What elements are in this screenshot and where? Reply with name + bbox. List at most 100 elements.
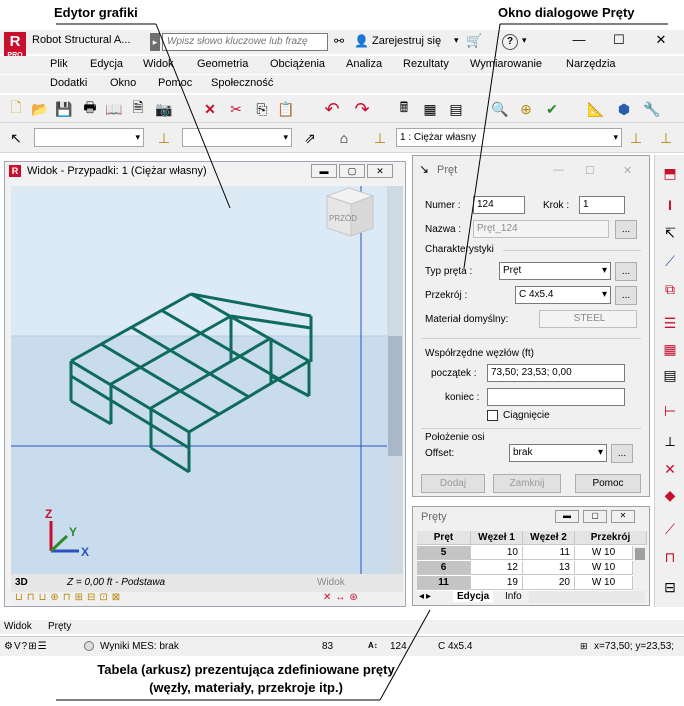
table-vscroll-thumb[interactable] bbox=[635, 548, 645, 560]
structure-check-icon[interactable]: ✔ bbox=[542, 99, 562, 119]
materials-icon[interactable]: ⧉ bbox=[660, 279, 680, 299]
menu-rezultaty[interactable]: Rezultaty bbox=[403, 58, 449, 70]
dialog-close-button[interactable]: ✕ bbox=[623, 164, 632, 177]
cell-section[interactable]: W 10 bbox=[575, 576, 633, 590]
measure-icon[interactable]: 📐 bbox=[586, 99, 606, 119]
cell-node1[interactable]: 12 bbox=[471, 561, 523, 575]
report-icon[interactable]: ▤ bbox=[446, 99, 466, 119]
calculator-icon[interactable]: 🖩 bbox=[394, 99, 414, 119]
search-input[interactable]: Wpisz słowo kluczowe lub frazę bbox=[162, 33, 328, 51]
book-icon[interactable]: 📖 bbox=[104, 99, 124, 119]
nodes-icon[interactable]: ⬒ bbox=[660, 163, 680, 183]
selection-combo[interactable]: ▾ bbox=[34, 128, 144, 147]
truss-icon[interactable]: ⊟ bbox=[660, 577, 680, 597]
menu-spolecznosc[interactable]: Społeczność bbox=[211, 77, 273, 89]
table-minimize-button[interactable]: ▬ bbox=[555, 510, 579, 523]
tab-edycja[interactable]: Edycja bbox=[453, 591, 494, 602]
report-list-icon[interactable]: ▤ bbox=[660, 365, 680, 385]
dialog-maximize-button[interactable]: ☐ bbox=[585, 164, 595, 177]
cell-node1[interactable]: 19 bbox=[471, 576, 523, 590]
redo-icon[interactable]: ↷ bbox=[352, 99, 372, 119]
view-cube[interactable]: PRZÓD bbox=[325, 187, 375, 237]
delete-icon[interactable]: ✕ bbox=[200, 99, 220, 119]
table-vscrollbar[interactable] bbox=[633, 546, 647, 591]
paste-icon[interactable]: 📋 bbox=[276, 99, 296, 119]
material-input[interactable]: STEEL bbox=[539, 310, 637, 328]
next-case-icon[interactable]: ⊥ bbox=[626, 128, 646, 148]
przekroj-more-button[interactable]: ... bbox=[615, 286, 637, 305]
menu-edycja[interactable]: Edycja bbox=[90, 58, 123, 70]
nazwa-more-button[interactable]: ... bbox=[615, 220, 637, 239]
rigid-link-icon[interactable]: ◆ bbox=[660, 485, 680, 505]
help-button[interactable]: Pomoc bbox=[575, 474, 641, 493]
menu-analiza[interactable]: Analiza bbox=[346, 58, 382, 70]
view-extra-icons[interactable]: ✕↔⊛ bbox=[323, 592, 362, 603]
undo-icon[interactable]: ↶ bbox=[322, 99, 342, 119]
menu-okno[interactable]: Okno bbox=[110, 77, 136, 89]
select-cursor-icon[interactable]: ↖ bbox=[6, 128, 26, 148]
przekroj-select[interactable]: C 4x5.4 ▾ bbox=[515, 286, 611, 304]
menu-pomoc[interactable]: Pomoc bbox=[158, 77, 192, 89]
menu-wymiarowanie[interactable]: Wymiarowanie bbox=[470, 58, 542, 70]
line-icon[interactable]: ⟋ bbox=[660, 519, 680, 539]
offset-select[interactable]: brak ▾ bbox=[509, 444, 607, 462]
cell-node2[interactable]: 13 bbox=[523, 561, 575, 575]
header-przekroj[interactable]: Przekrój bbox=[575, 531, 647, 545]
cell-node1[interactable]: 10 bbox=[471, 546, 523, 560]
binoculars-icon[interactable]: ⚯ bbox=[334, 34, 344, 48]
koniec-input[interactable] bbox=[487, 388, 625, 406]
maximize-button[interactable]: ☐ bbox=[606, 30, 632, 50]
signin-link[interactable]: Zarejestruj się bbox=[372, 35, 441, 47]
table-icon[interactable]: ▦ bbox=[420, 99, 440, 119]
target-icon[interactable]: ⊕ bbox=[516, 99, 536, 119]
nazwa-input[interactable]: Pręt_124 bbox=[473, 220, 609, 238]
bars-icon[interactable]: I bbox=[660, 195, 680, 215]
minimize-button[interactable]: — bbox=[566, 30, 592, 50]
save-icon[interactable]: 💾 bbox=[54, 99, 74, 119]
menu-widok[interactable]: Widok bbox=[143, 58, 174, 70]
cell-node2[interactable]: 11 bbox=[523, 546, 575, 560]
cart-icon[interactable]: 🛒 bbox=[466, 33, 482, 49]
open-icon[interactable]: 📂 bbox=[30, 99, 50, 119]
display-toggle-icons[interactable]: ⊔⊓⊔⊕⊓⊞⊟⊡⊠ bbox=[15, 592, 124, 603]
print-icon[interactable]: 🖶 bbox=[80, 99, 100, 119]
numer-input[interactable]: 124 bbox=[473, 196, 525, 214]
tab-nav-arrows[interactable]: ◂▸ bbox=[419, 591, 433, 602]
close-dialog-button[interactable]: Zamknij bbox=[493, 474, 561, 493]
view-close-button[interactable]: ✕ bbox=[367, 164, 393, 178]
load-case-icon[interactable]: ⊥ bbox=[370, 128, 390, 148]
cell-node2[interactable]: 20 bbox=[523, 576, 575, 590]
offset-more-button[interactable]: ... bbox=[611, 444, 633, 463]
selection-type-icon[interactable]: ⊥ bbox=[154, 128, 174, 148]
expand-icon[interactable]: ▸ bbox=[150, 33, 160, 51]
graphics-canvas[interactable]: PRZÓD Z Y X bbox=[11, 186, 403, 586]
filter-icon[interactable]: ⇗ bbox=[300, 128, 320, 148]
load-case-combo[interactable]: 1 : Ciężar własny ▾ bbox=[396, 128, 622, 147]
cell-section[interactable]: W 10 bbox=[575, 546, 633, 560]
header-wezel1[interactable]: Węzeł 1 bbox=[471, 531, 523, 545]
loads-table-icon[interactable]: ☰ bbox=[660, 313, 680, 333]
typ-select[interactable]: Pręt ▾ bbox=[499, 262, 611, 280]
print-preview-icon[interactable]: 🗎 bbox=[128, 99, 148, 119]
menu-plik[interactable]: Plik bbox=[50, 58, 68, 70]
menu-dodatki[interactable]: Dodatki bbox=[50, 77, 87, 89]
prev-case-icon[interactable]: ⊥ bbox=[656, 128, 676, 148]
view-minimize-button[interactable]: ▬ bbox=[311, 164, 337, 178]
sections-icon[interactable]: ⟋ bbox=[660, 251, 680, 271]
help-icon[interactable]: ? bbox=[502, 34, 518, 50]
intersect-icon[interactable]: ✕ bbox=[660, 459, 680, 479]
chevron-down-icon[interactable]: ▾ bbox=[454, 35, 459, 46]
wrench-icon[interactable]: 🔧 bbox=[642, 99, 662, 119]
tab-info[interactable]: Info bbox=[505, 591, 522, 602]
view-restore-button[interactable]: ▢ bbox=[339, 164, 365, 178]
add-button[interactable]: Dodaj bbox=[421, 474, 485, 493]
row-member-id[interactable]: 6 bbox=[417, 561, 471, 575]
help-chevron-icon[interactable]: ▾ bbox=[522, 35, 527, 46]
view-home-icon[interactable]: ⌂ bbox=[334, 128, 354, 148]
menu-geometria[interactable]: Geometria bbox=[197, 58, 248, 70]
offsets-icon[interactable]: ⟂ bbox=[660, 431, 680, 451]
krok-input[interactable]: 1 bbox=[579, 196, 625, 214]
supports-icon[interactable]: ↸ bbox=[660, 223, 680, 243]
tab-prety[interactable]: Pręty bbox=[48, 621, 71, 632]
status-tools-icons[interactable]: ⚙V?⊞☰ bbox=[4, 641, 48, 652]
